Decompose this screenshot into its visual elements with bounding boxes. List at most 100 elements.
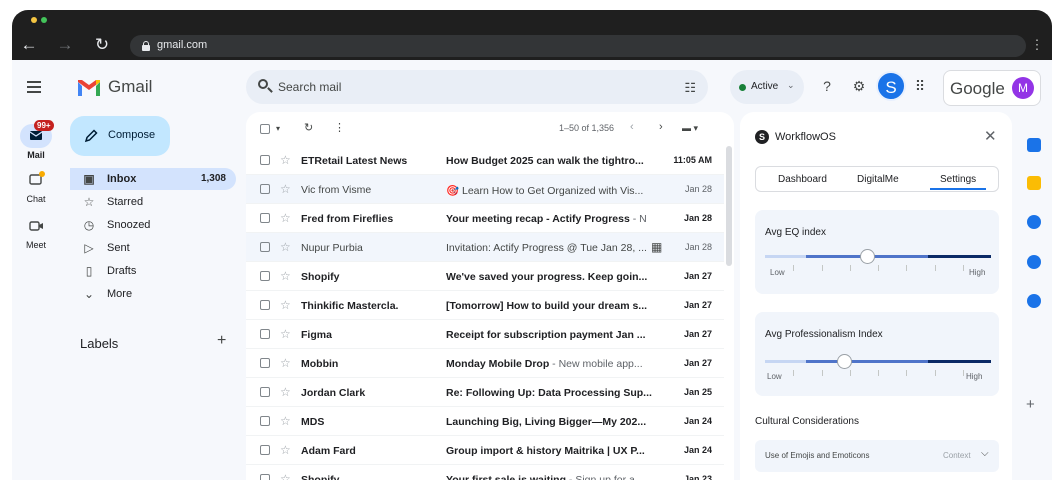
eq-slider-knob[interactable]: [859, 249, 875, 264]
table-row[interactable]: ☆ Shopify We've saved your progress. Keep …: [246, 262, 724, 291]
more-options-icon[interactable]: ⋮: [334, 121, 345, 134]
select-all-checkbox[interactable]: [260, 124, 270, 134]
row-checkbox[interactable]: [260, 242, 270, 252]
table-row[interactable]: ☆ Fred from Fireflies Your meeting recap -…: [246, 204, 724, 233]
star-icon[interactable]: ☆: [280, 356, 291, 370]
prof-slider-tick: [962, 370, 964, 376]
prof-slider-knob[interactable]: [837, 354, 853, 369]
star-icon[interactable]: ☆: [280, 298, 291, 312]
keep-icon[interactable]: [1027, 176, 1041, 190]
reload-icon[interactable]: ↻: [91, 34, 113, 56]
table-row[interactable]: ☆ Adam Fard Group import & history Maitrik…: [246, 436, 724, 465]
app-name: Gmail: [108, 77, 153, 96]
contacts-icon[interactable]: [1027, 255, 1041, 269]
nav-more[interactable]: ⌄ More: [70, 283, 236, 305]
row-checkbox[interactable]: [260, 300, 270, 310]
table-row[interactable]: ☆ Figma Receipt for subscription payment J…: [246, 320, 724, 349]
search-options-icon[interactable]: ☷: [684, 80, 696, 96]
add-label-icon[interactable]: +: [217, 332, 226, 350]
table-row[interactable]: ☆ Thinkific Mastercla. [Tomorrow] How to b…: [246, 291, 724, 320]
star-icon[interactable]: ☆: [280, 182, 291, 196]
help-icon[interactable]: ?: [818, 77, 836, 95]
row-checkbox[interactable]: [260, 445, 270, 455]
row-checkbox[interactable]: [260, 474, 270, 480]
table-row[interactable]: ☆ ETRetail Latest News How Budget 2025 can…: [246, 146, 724, 175]
refresh-icon[interactable]: ↻: [304, 121, 313, 134]
nav-inbox-count: 1,308: [200, 173, 226, 184]
rail-chat[interactable]: Chat: [12, 168, 60, 204]
search-icon[interactable]: [258, 79, 273, 93]
star-icon[interactable]: ☆: [280, 472, 291, 480]
row-sender: Shopify: [301, 474, 340, 480]
search-bar[interactable]: Search mail ☷: [246, 70, 708, 104]
tab-dashboard[interactable]: Dashboard: [778, 174, 827, 185]
back-arrow-icon[interactable]: ←: [18, 34, 40, 56]
row-checkbox[interactable]: [260, 184, 270, 194]
main-menu-icon[interactable]: [27, 81, 45, 95]
nav-drafts[interactable]: ▯ Drafts: [70, 260, 236, 282]
google-account-button[interactable]: Google M: [943, 70, 1041, 106]
row-checkbox[interactable]: [260, 329, 270, 339]
prev-page-icon[interactable]: ‹: [630, 121, 634, 133]
table-row[interactable]: ☆ Nupur Purbia Invitation: Actify Progress…: [246, 233, 724, 262]
table-row[interactable]: ☆ MDS Launching Big, Living Bigger—My 202.…: [246, 407, 724, 436]
professionalism-slider-track[interactable]: [765, 354, 991, 376]
row-date: Jan 25: [683, 387, 712, 397]
emoji-setting-row[interactable]: Use of Emojis and Emoticons Context ⌵: [755, 440, 999, 472]
table-row[interactable]: ☆ Shopify Your first sale is waiting - Sig…: [246, 465, 724, 480]
row-checkbox[interactable]: [260, 271, 270, 281]
url-field[interactable]: gmail.com: [130, 35, 1026, 57]
professionalism-card: Avg Professionalism Index Low High: [755, 312, 999, 396]
nav-sent[interactable]: ▷ Sent: [70, 237, 236, 259]
calendar-icon[interactable]: [1027, 138, 1041, 152]
nav-inbox[interactable]: ▣ Inbox 1,308: [70, 168, 236, 190]
close-icon[interactable]: ✕: [984, 127, 997, 145]
row-checkbox[interactable]: [260, 416, 270, 426]
row-checkbox[interactable]: [260, 387, 270, 397]
tab-settings[interactable]: Settings: [930, 174, 987, 190]
prof-low-label: Low: [767, 372, 782, 381]
compose-button[interactable]: Compose: [70, 116, 170, 156]
table-row[interactable]: ☆ Mobbin Monday Mobile Drop - New mobile a…: [246, 349, 724, 378]
rail-meet[interactable]: Meet: [12, 214, 60, 250]
chevron-down-icon[interactable]: ⌵: [981, 448, 989, 459]
pencil-icon: [84, 129, 98, 143]
eq-slider-segment: [765, 255, 806, 258]
maximize-button[interactable]: [41, 17, 47, 23]
extension-avatar[interactable]: S: [876, 71, 906, 101]
nav-starred[interactable]: ☆ Starred: [70, 191, 236, 213]
tab-digitalme[interactable]: DigitalMe: [857, 174, 899, 185]
input-tools-icon[interactable]: ▬ ▾: [682, 123, 698, 134]
eq-slider-tick: [878, 265, 879, 271]
next-page-icon[interactable]: ›: [659, 121, 663, 133]
nav-snoozed[interactable]: ◷ Snoozed: [70, 214, 236, 236]
table-row[interactable]: ☆ Jordan Clark Re: Following Up: Data Proc…: [246, 378, 724, 407]
star-icon[interactable]: ☆: [280, 153, 291, 167]
gear-icon[interactable]: ⚙: [850, 77, 868, 95]
star-icon[interactable]: ☆: [280, 414, 291, 428]
browser-menu-icon[interactable]: ⋮: [1028, 34, 1046, 56]
status-selector[interactable]: Active ⌄: [730, 70, 804, 104]
row-checkbox[interactable]: [260, 358, 270, 368]
row-checkbox[interactable]: [260, 213, 270, 223]
calendar-invite-icon[interactable]: ▦: [651, 240, 662, 254]
apps-grid-icon[interactable]: ⠿: [911, 77, 929, 95]
star-icon[interactable]: ☆: [280, 443, 291, 457]
add-addon-icon[interactable]: +: [1026, 396, 1035, 413]
star-icon[interactable]: ☆: [280, 385, 291, 399]
star-icon[interactable]: ☆: [280, 327, 291, 341]
tasks-icon[interactable]: [1027, 215, 1041, 229]
list-scrollbar[interactable]: [726, 146, 732, 266]
search-input[interactable]: Search mail: [278, 80, 341, 94]
eq-slider-track[interactable]: [765, 249, 991, 271]
workflowos-addon-icon[interactable]: [1027, 294, 1041, 308]
star-icon[interactable]: ☆: [280, 269, 291, 283]
prof-slider-tick: [934, 370, 936, 376]
minimize-button[interactable]: [31, 17, 37, 23]
star-icon[interactable]: ☆: [280, 211, 291, 225]
row-checkbox[interactable]: [260, 155, 270, 165]
forward-arrow-icon[interactable]: →: [54, 34, 76, 56]
star-icon[interactable]: ☆: [280, 240, 291, 254]
select-menu-icon[interactable]: ▾: [276, 124, 280, 133]
table-row[interactable]: ☆ Vic from Visme 🎯 Learn How to Get Organi…: [246, 175, 724, 204]
